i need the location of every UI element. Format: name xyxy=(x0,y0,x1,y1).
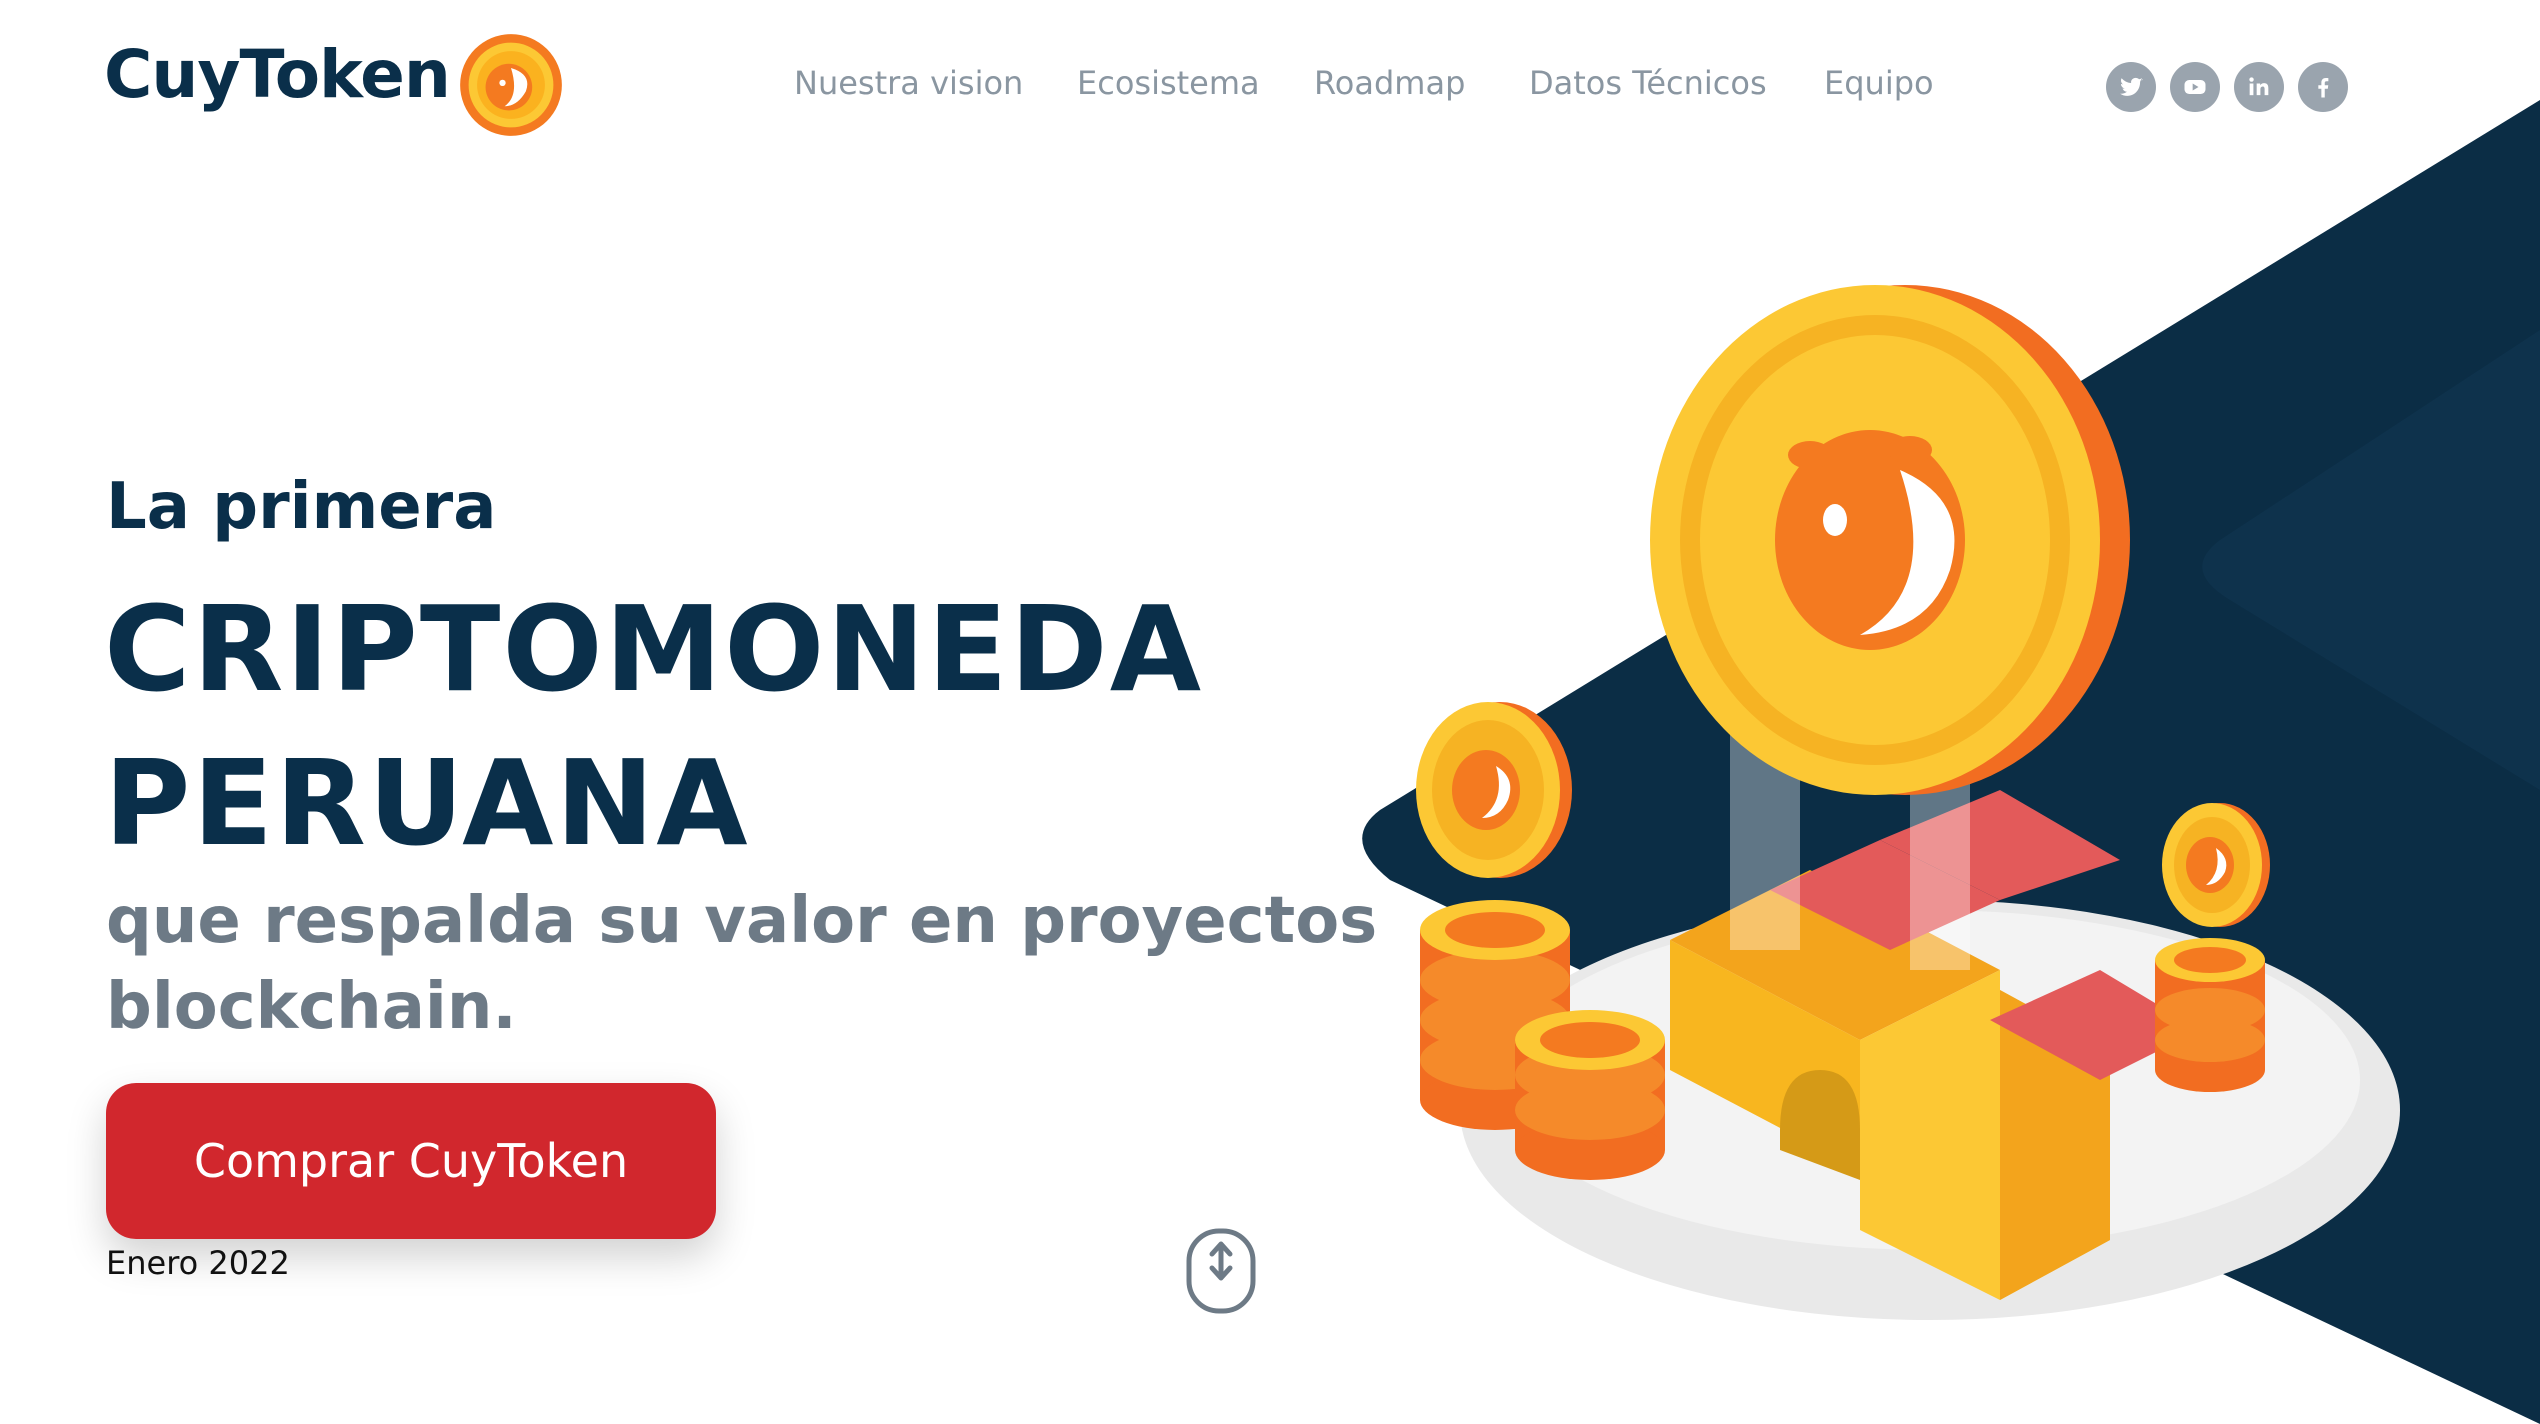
nav-link-ecosistema[interactable]: Ecosistema xyxy=(1077,64,1260,102)
hero-kicker: La primera xyxy=(106,470,497,544)
hero-headline-line1: CRIPTOMONEDA xyxy=(104,580,1204,718)
hero-headline-line2: PERUANA xyxy=(104,734,750,872)
launch-date: Enero 2022 xyxy=(106,1244,290,1282)
hero-subtitle: que respalda su valor en proyectos block… xyxy=(106,884,1378,1044)
scroll-mouse-icon[interactable] xyxy=(1186,1228,1256,1314)
crypto-coins-illustration xyxy=(1362,100,2540,1424)
nav-link-nuestra-vision[interactable]: Nuestra vision xyxy=(794,64,1023,102)
buy-cuytoken-button[interactable]: Comprar CuyToken xyxy=(106,1083,716,1239)
